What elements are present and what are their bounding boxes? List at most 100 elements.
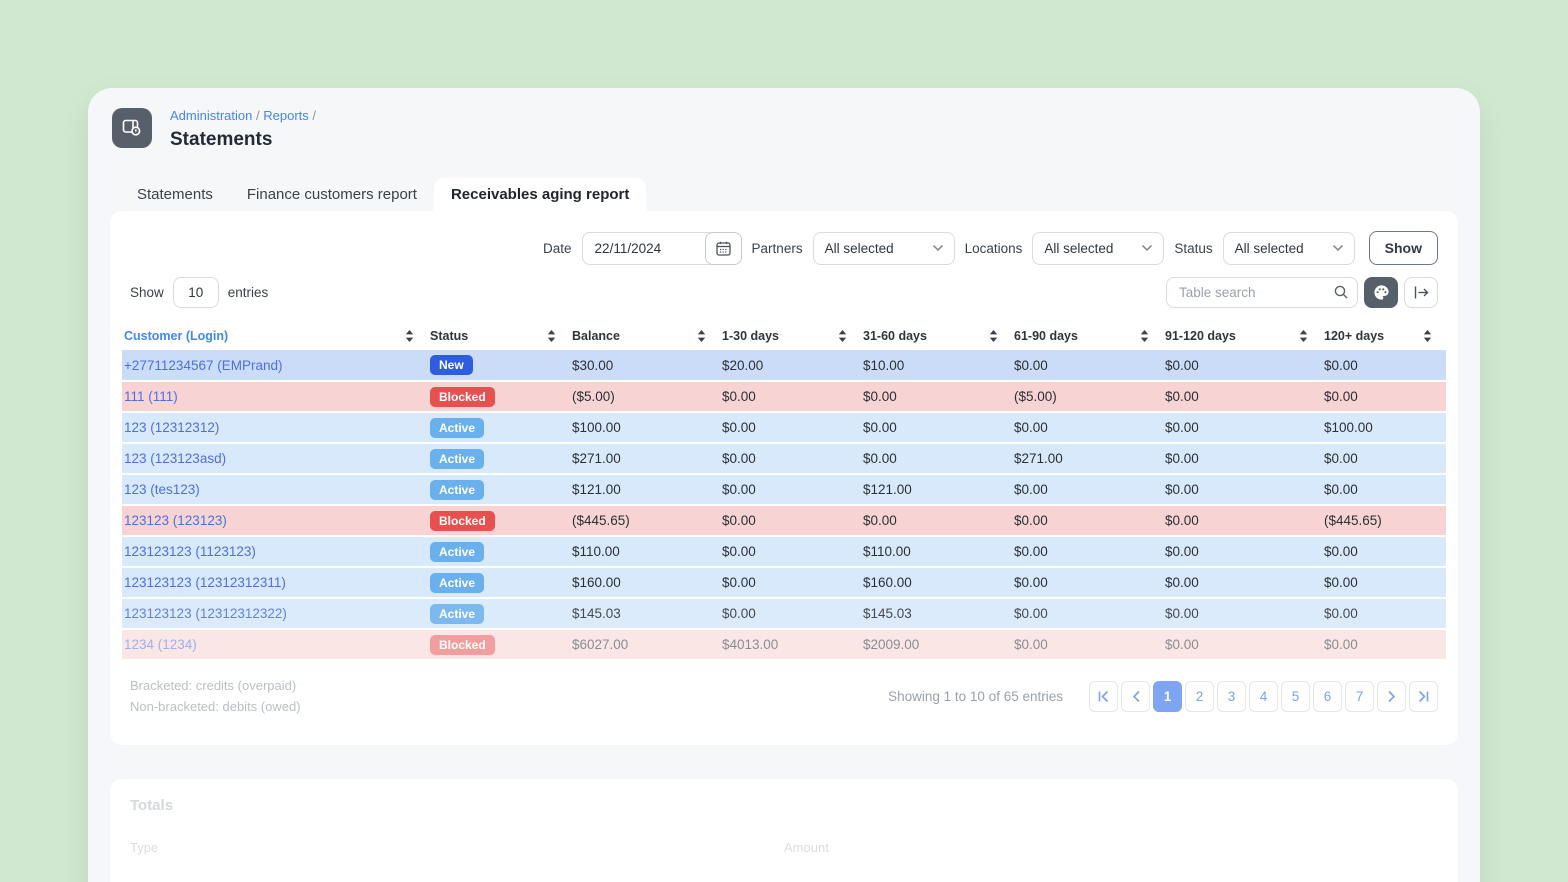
page-button-2[interactable]: 2 <box>1185 681 1214 712</box>
amount-cell: $0.00 <box>1322 536 1446 568</box>
totals-panel: Totals Type Amount <box>110 779 1458 882</box>
column-header[interactable]: 120+ days <box>1322 324 1446 350</box>
page-button-1[interactable]: 1 <box>1153 681 1182 712</box>
amount-cell: $0.00 <box>861 443 1012 475</box>
prev-page-button[interactable] <box>1121 681 1150 712</box>
customer-link[interactable]: 123 (tes123) <box>124 482 200 497</box>
amount-cell: $0.00 <box>1163 350 1322 382</box>
column-header[interactable]: 1-30 days <box>720 324 861 350</box>
amount-cell: $0.00 <box>720 412 861 444</box>
column-header[interactable]: Balance <box>570 324 720 350</box>
customer-link[interactable]: 123 (123123asd) <box>124 451 226 466</box>
page-button-6[interactable]: 6 <box>1313 681 1342 712</box>
status-label: Status <box>1174 240 1213 256</box>
breadcrumb-link-administration[interactable]: Administration <box>170 108 252 123</box>
table-row: 123123123 (1123123) Active $110.00 $0.00 $11… <box>122 536 1446 568</box>
sort-icon <box>405 330 414 342</box>
amount-cell: $0.00 <box>861 381 1012 413</box>
column-header[interactable]: 91-120 days <box>1163 324 1322 350</box>
page-header: Administration / Reports / Statements <box>88 88 1480 151</box>
last-page-icon <box>1418 690 1429 703</box>
tab-finance-customers-report[interactable]: Finance customers report <box>230 178 434 211</box>
pagination: 1234567 <box>1089 681 1438 712</box>
column-header[interactable]: 61-90 days <box>1012 324 1163 350</box>
breadcrumb-separator: / <box>312 108 317 123</box>
amount-cell: $160.00 <box>570 567 720 599</box>
amount-cell: $0.00 <box>1012 536 1163 568</box>
amount-cell: $0.00 <box>720 443 861 475</box>
customer-link[interactable]: 123123 (123123) <box>124 513 227 528</box>
table-row: 1234 (1234) Blocked $6027.00 $4013.00 $2009.… <box>122 629 1446 661</box>
amount-cell: $30.00 <box>570 350 720 382</box>
column-header[interactable]: Customer (Login) <box>122 324 428 350</box>
amount-cell: $0.00 <box>1163 443 1322 475</box>
partners-label: Partners <box>751 240 803 256</box>
breadcrumb-link-reports[interactable]: Reports <box>263 108 309 123</box>
page-button-7[interactable]: 7 <box>1345 681 1374 712</box>
customer-link[interactable]: 1234 (1234) <box>124 637 197 652</box>
show-button[interactable]: Show <box>1368 231 1438 265</box>
tab-receivables-aging-report[interactable]: Receivables aging report <box>433 178 647 211</box>
amount-cell: $100.00 <box>1322 412 1446 444</box>
totals-amount-column-header: Amount <box>784 840 829 855</box>
page-button-5[interactable]: 5 <box>1281 681 1310 712</box>
chevron-right-icon <box>1387 690 1395 703</box>
column-header[interactable]: 31-60 days <box>861 324 1012 350</box>
entries-count-input[interactable] <box>172 277 219 308</box>
locations-select[interactable]: All selected <box>1032 231 1165 265</box>
entries-suffix-label: entries <box>227 285 269 300</box>
amount-cell: $0.00 <box>1163 505 1322 537</box>
tab-statements[interactable]: Statements <box>120 178 230 211</box>
amount-cell: $20.00 <box>720 350 861 382</box>
status-badge: Active <box>430 603 485 624</box>
table-search-input[interactable] <box>1166 277 1358 308</box>
amount-cell: $0.00 <box>1012 598 1163 630</box>
tab-bar: Statements Finance customers report Receiv… <box>120 177 1480 211</box>
calendar-button[interactable] <box>704 231 742 265</box>
customer-link[interactable]: 123 (12312312) <box>124 420 219 435</box>
locations-selected-value: All selected <box>1044 240 1114 256</box>
table-header-row: Customer (Login) Status Balance 1-30 days 31… <box>122 324 1446 350</box>
customer-link[interactable]: 111 (111) <box>124 389 178 404</box>
status-select[interactable]: All selected <box>1222 231 1355 265</box>
entries-control: Show entries <box>130 277 268 308</box>
customer-link[interactable]: 123123123 (1123123) <box>124 544 256 559</box>
amount-cell: $121.00 <box>861 474 1012 506</box>
column-header[interactable]: Status <box>428 324 570 350</box>
customer-link[interactable]: 123123123 (12312312311) <box>124 575 286 590</box>
last-page-button[interactable] <box>1409 681 1438 712</box>
customer-link[interactable]: 123123123 (12312312322) <box>124 606 287 621</box>
table-footer: Bracketed: credits (overpaid) Non-bracke… <box>130 675 1438 717</box>
table-search-box <box>1166 277 1358 308</box>
table-controls: Show entries <box>130 277 1438 308</box>
partners-selected-value: All selected <box>824 240 894 256</box>
table-row: 123123123 (12312312311) Active $160.00 $0.0… <box>122 567 1446 599</box>
amount-cell: ($5.00) <box>1012 381 1163 413</box>
first-page-button[interactable] <box>1089 681 1118 712</box>
amount-cell: $121.00 <box>570 474 720 506</box>
chevron-down-icon <box>932 244 943 252</box>
amount-cell: $0.00 <box>1322 567 1446 599</box>
status-badge: Active <box>430 572 485 593</box>
date-field-group <box>581 231 742 265</box>
status-badge: Blocked <box>430 634 495 655</box>
amount-cell: $4013.00 <box>720 629 861 661</box>
amount-cell: $0.00 <box>1163 536 1322 568</box>
amount-cell: $0.00 <box>720 598 861 630</box>
table-row: 123123123 (12312312322) Active $145.03 $0.0… <box>122 598 1446 630</box>
page-button-3[interactable]: 3 <box>1217 681 1246 712</box>
partners-select[interactable]: All selected <box>812 231 955 265</box>
amount-cell: $6027.00 <box>570 629 720 661</box>
column-settings-button[interactable] <box>1364 277 1398 308</box>
report-panel: Date Partners <box>110 211 1458 745</box>
amount-cell: $145.03 <box>861 598 1012 630</box>
status-badge: Blocked <box>430 510 495 531</box>
page-button-4[interactable]: 4 <box>1249 681 1278 712</box>
export-button[interactable] <box>1404 277 1438 308</box>
status-badge: New <box>430 355 473 375</box>
customer-link[interactable]: +27711234567 (EMPrand) <box>124 358 283 373</box>
next-page-button[interactable] <box>1377 681 1406 712</box>
table-row: 123 (123123asd) Active $271.00 $0.00 $0.00 $2… <box>122 443 1446 475</box>
amount-cell: $271.00 <box>1012 443 1163 475</box>
legend-bracketed: Bracketed: credits (overpaid) <box>130 678 297 693</box>
